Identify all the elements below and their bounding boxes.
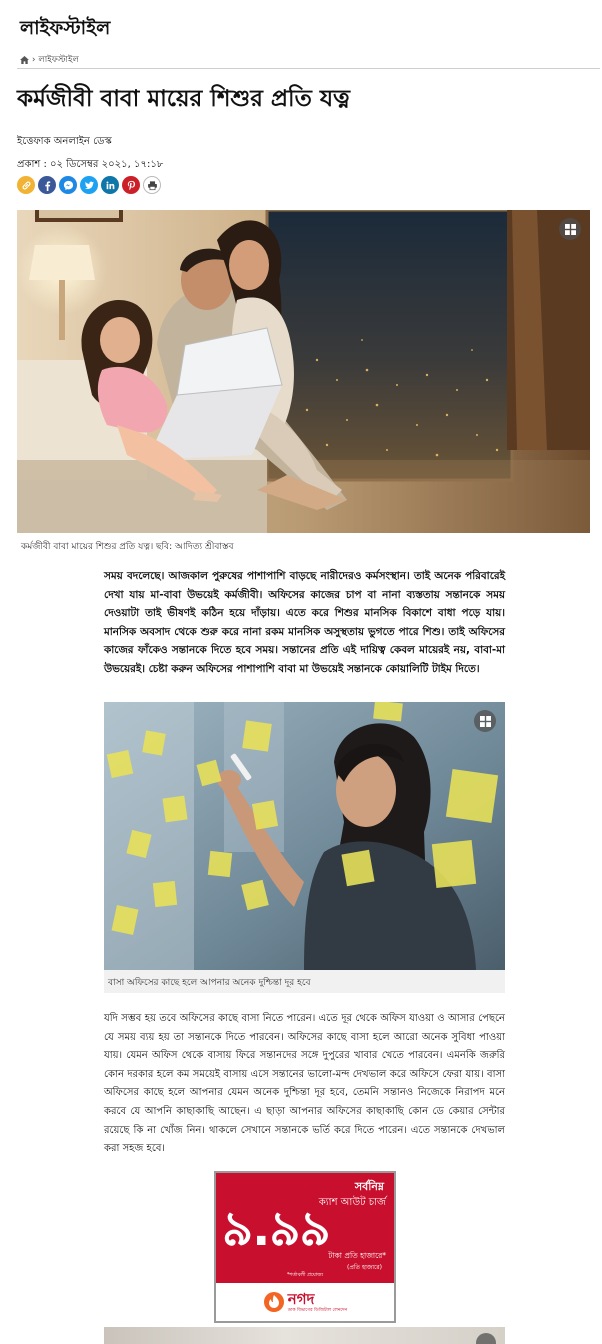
print-icon[interactable] <box>143 176 161 194</box>
main-photo-caption: কর্মজীবী বাবা মায়ের শিশুর প্রতি যত্ন। ছ… <box>21 542 234 552</box>
main-photo <box>17 210 590 533</box>
ad-brand-text: নগদ ডাক বিভাগের ডিজিটাল লেনদেন <box>288 1291 348 1314</box>
home-icon[interactable] <box>20 56 29 64</box>
share-bar <box>17 176 161 194</box>
third-photo <box>104 1327 505 1344</box>
family-photo-illustration <box>17 210 590 533</box>
ad-brand-tagline: ডাক বিভাগের ডিজিটাল লেনদেন <box>287 1307 348 1313</box>
messenger-icon[interactable] <box>59 176 77 194</box>
breadcrumb-separator: › <box>32 55 36 65</box>
ad-amount: ৯.৯৯ <box>222 1201 331 1257</box>
linkedin-icon[interactable] <box>101 176 119 194</box>
breadcrumb-current[interactable]: লাইফস্টাইল <box>38 53 78 67</box>
gallery-icon[interactable] <box>476 1333 496 1344</box>
divider <box>17 68 600 69</box>
ad-red-panel: সর্বনিম্ন ক্যাশ আউট চার্জ ৯.৯৯ টাকা প্রত… <box>216 1173 394 1283</box>
pinterest-icon[interactable] <box>122 176 140 194</box>
second-photo <box>104 702 505 970</box>
article-headline: কর্মজীবী বাবা মায়ের শিশুর প্রতি যত্ন <box>17 86 351 112</box>
ad-brand-block: নগদ ডাক বিভাগের ডিজিটাল লেনদেন <box>216 1283 394 1321</box>
breadcrumb: › লাইফস্টাইল <box>20 53 79 67</box>
second-photo-caption-bar: বাসা অফিসের কাছে হলে আপনার অনেক দুশ্চিন্… <box>104 970 505 993</box>
nagad-logo-icon <box>263 1292 284 1312</box>
office-photo-illustration <box>104 702 505 970</box>
ad-fineprint: *শর্তাবলী প্রযোজ্য <box>286 1272 324 1278</box>
body-paragraph: যদি সম্ভব হয় তবে অফিসের কাছে বাসা নিতে … <box>104 1013 505 1155</box>
second-photo-caption: বাসা অফিসের কাছে হলে আপনার অনেক দুশ্চিন্… <box>108 978 311 988</box>
author-line[interactable]: ইত্তেফাক অনলাইন ডেস্ক <box>17 134 112 151</box>
section-title[interactable]: লাইফস্টাইল <box>20 14 110 46</box>
twitter-icon[interactable] <box>80 176 98 194</box>
gallery-icon[interactable] <box>559 218 581 240</box>
published-date: প্রকাশ : ০২ ডিসেম্বর ২০২১, ১৭:১৮ <box>17 159 164 170</box>
ad-banner[interactable]: সর্বনিম্ন ক্যাশ আউট চার্জ ৯.৯৯ টাকা প্রত… <box>214 1171 396 1323</box>
ad-brand: নগদ <box>287 1289 315 1308</box>
facebook-icon[interactable] <box>38 176 56 194</box>
link-icon[interactable] <box>17 176 35 194</box>
lead-paragraph: সময় বদলেছে। আজকাল পুরুষের পাশাপাশি বাড়… <box>104 570 505 675</box>
gallery-icon[interactable] <box>474 710 496 732</box>
